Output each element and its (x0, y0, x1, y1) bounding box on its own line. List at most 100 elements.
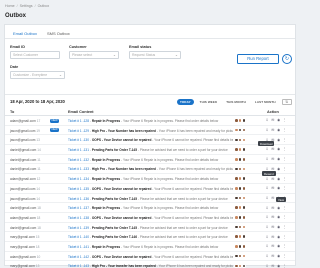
recipient-email[interactable]: daniel@gmail.com11 (10, 167, 41, 171)
email-content[interactable]: Ticket # 1 -129 - High Pro - Your Number… (68, 129, 233, 133)
resend-icon[interactable]: ✉ (271, 196, 275, 200)
more-icon[interactable]: ⋮ (282, 167, 287, 171)
ticket-link[interactable]: Ticket # 1 -141 (68, 245, 89, 249)
email-content[interactable]: Ticket # 1 -128 - Repair In Progress - Y… (68, 119, 233, 123)
more-icon[interactable]: ⋮ (282, 118, 287, 122)
table-row[interactable]: adam@gmail.com10 Ticket # 1 -142 - OOPS -… (5, 252, 295, 262)
view-icon[interactable]: ◉ (277, 128, 281, 132)
table-row[interactable]: jason@gmail.com14 Ticket # 1 -136 - Pendi… (5, 194, 295, 204)
ticket-link[interactable]: Ticket # 1 -136 (68, 197, 89, 201)
date-select[interactable]: Customize - Everytime ⌄ (10, 71, 65, 79)
table-row[interactable]: adam@gmail.com18 Ticket # 1 -138 - OOPS -… (5, 213, 295, 223)
email-content[interactable]: Ticket # 1 -140 - Pending Parts for Orde… (68, 235, 233, 239)
email-content[interactable]: Ticket # 1 -136 - Pending Parts for Orde… (68, 197, 233, 201)
more-icon[interactable]: ⋮ (282, 215, 287, 219)
ticket-link[interactable]: Ticket # 1 -139 (68, 226, 89, 230)
recipient-email[interactable]: jason@gmail.com19 (10, 129, 40, 133)
recipient-email[interactable]: mary@gmail.com13 (10, 264, 39, 268)
more-icon[interactable]: ⋮ (282, 147, 287, 151)
recipient-email[interactable]: daniel@gmail.com14 (10, 148, 41, 152)
view-icon[interactable]: ◉ (277, 177, 281, 181)
email-content[interactable]: Ticket # 1 -132 - Repair In Progress - Y… (68, 158, 233, 162)
more-icon[interactable]: ⋮ (282, 138, 287, 142)
breadcrumb-settings[interactable]: Settings (20, 4, 33, 8)
recipient-email[interactable]: adam@gmail.com12 (10, 177, 40, 181)
customer-select[interactable]: Please select ⌄ (69, 51, 119, 59)
ticket-link[interactable]: Ticket # 1 -128 (68, 119, 89, 123)
email-content[interactable]: Ticket # 1 -138 - OOPS - Your Device can… (68, 216, 233, 220)
ticket-link[interactable]: Ticket # 1 -135 (68, 187, 89, 191)
recipient-email[interactable]: daniel@gmail.com18 (10, 226, 41, 230)
view-icon[interactable]: ◉ (277, 206, 281, 210)
email-content[interactable]: Ticket # 1 -143 - High Pro - Your transf… (68, 264, 233, 268)
more-icon[interactable]: ⋮ (282, 186, 287, 190)
table-row[interactable]: daniel@gmail.com11 Ticket # 1 -133 - High… (5, 164, 295, 175)
resend-icon[interactable]: ✉ (271, 244, 275, 248)
filter-this-month[interactable]: THIS MONTH (223, 99, 249, 105)
download-icon[interactable]: ⇩ (265, 118, 269, 122)
table-row[interactable]: jason@gmail.com19 NEW Ticket # 1 -129 - Hi… (5, 126, 295, 136)
download-icon[interactable]: ⇩ (265, 206, 269, 210)
resend-icon[interactable]: ✉ (271, 157, 275, 161)
more-icon[interactable]: ⋮ (282, 177, 287, 181)
more-icon[interactable]: ⋮ (282, 128, 287, 132)
filter-last-month[interactable]: LAST MONTH (252, 99, 279, 105)
more-icon[interactable]: ⋮ (282, 157, 287, 161)
resend-icon[interactable]: ✉ (271, 215, 275, 219)
table-row[interactable]: jason@gmail.com14 Ticket # 1 -135 - OOPS … (5, 184, 295, 194)
email-content[interactable]: Ticket # 1 -131 - Pending Parts for Orde… (68, 148, 233, 152)
ticket-link[interactable]: Ticket # 1 -130 (68, 138, 89, 142)
ticket-link[interactable]: Ticket # 1 -129 (68, 129, 89, 133)
resend-icon[interactable]: ✉ (271, 147, 275, 151)
table-row[interactable]: mary@gmail.com18 Ticket # 1 -141 - Repair… (5, 242, 295, 252)
download-icon[interactable]: ⇩ (265, 244, 269, 248)
recipient-email[interactable]: adam@gmail.com18 (10, 216, 40, 220)
recipient-email[interactable]: mary@gmail.com15 (10, 235, 39, 239)
view-icon[interactable]: ◉ (277, 186, 281, 190)
view-icon[interactable]: ◉ (277, 225, 281, 229)
recipient-email[interactable]: daniel@gmail.com11 (10, 158, 41, 162)
download-icon[interactable]: ⇩ (265, 215, 269, 219)
recipient-email[interactable]: daniel@gmail.com18 (10, 206, 41, 210)
table-row[interactable]: daniel@gmail.com14 Ticket # 1 -131 - Pend… (5, 145, 295, 155)
recipient-email[interactable]: adam@gmail.com17 (10, 119, 40, 123)
email-content[interactable]: Ticket # 1 -134 - Repair In Progress - Y… (68, 177, 233, 181)
recipient-email[interactable]: jason@gmail.com13 (10, 138, 40, 142)
table-row[interactable]: adam@gmail.com12 Ticket # 1 -134 - Repair… (5, 174, 295, 184)
refresh-icon[interactable]: ↻ (282, 54, 292, 64)
table-row[interactable]: daniel@gmail.com11 Ticket # 1 -132 - Repa… (5, 155, 295, 165)
resend-icon[interactable]: ✉ (271, 225, 275, 229)
ticket-link[interactable]: Ticket # 1 -142 (68, 255, 89, 259)
ticket-link[interactable]: Ticket # 1 -133 (68, 167, 89, 171)
view-icon[interactable]: ◉ (277, 264, 281, 268)
ticket-link[interactable]: Ticket # 1 -132 (68, 158, 89, 162)
recipient-email[interactable]: mary@gmail.com18 (10, 245, 39, 249)
download-icon[interactable]: ⇩ (265, 225, 269, 229)
run-report-button[interactable]: Run Report (237, 54, 279, 64)
more-icon[interactable]: ⋮ (282, 235, 287, 239)
resend-icon[interactable]: ✉ (271, 177, 275, 181)
view-icon[interactable]: ◉ (277, 167, 281, 171)
more-icon[interactable]: ⋮ (282, 264, 287, 268)
filter-today[interactable]: TODAY (177, 99, 194, 105)
ticket-link[interactable]: Ticket # 1 -137 (68, 206, 89, 210)
view-icon[interactable]: ◉ (277, 254, 281, 258)
download-icon[interactable]: ⇩ (265, 196, 269, 200)
download-icon[interactable]: ⇩ (265, 235, 269, 239)
resend-icon[interactable]: ✉ (271, 264, 275, 268)
table-row[interactable]: mary@gmail.com15 Ticket # 1 -140 - Pendin… (5, 232, 295, 242)
more-icon[interactable]: ⋮ (282, 244, 287, 248)
email-content[interactable]: Ticket # 1 -135 - OOPS - Your Device can… (68, 187, 233, 191)
ticket-link[interactable]: Ticket # 1 -134 (68, 177, 89, 181)
view-icon[interactable]: ◉ (277, 244, 281, 248)
download-icon[interactable]: ⇩ (265, 264, 269, 268)
email-content[interactable]: Ticket # 1 -141 - Repair In Progress - Y… (68, 245, 233, 249)
email-content[interactable]: Ticket # 1 -142 - OOPS - Your Device can… (68, 255, 233, 259)
table-row[interactable]: daniel@gmail.com18 Ticket # 1 -137 - Repa… (5, 203, 295, 213)
resend-icon[interactable]: ✉ (271, 186, 275, 190)
filter-this-week[interactable]: THIS WEEK (197, 99, 221, 105)
resend-icon[interactable]: ✉ (271, 206, 275, 210)
view-icon[interactable]: ◉ (277, 147, 281, 151)
download-icon[interactable]: ⇩ (265, 157, 269, 161)
breadcrumb-home[interactable]: Home (5, 4, 15, 8)
